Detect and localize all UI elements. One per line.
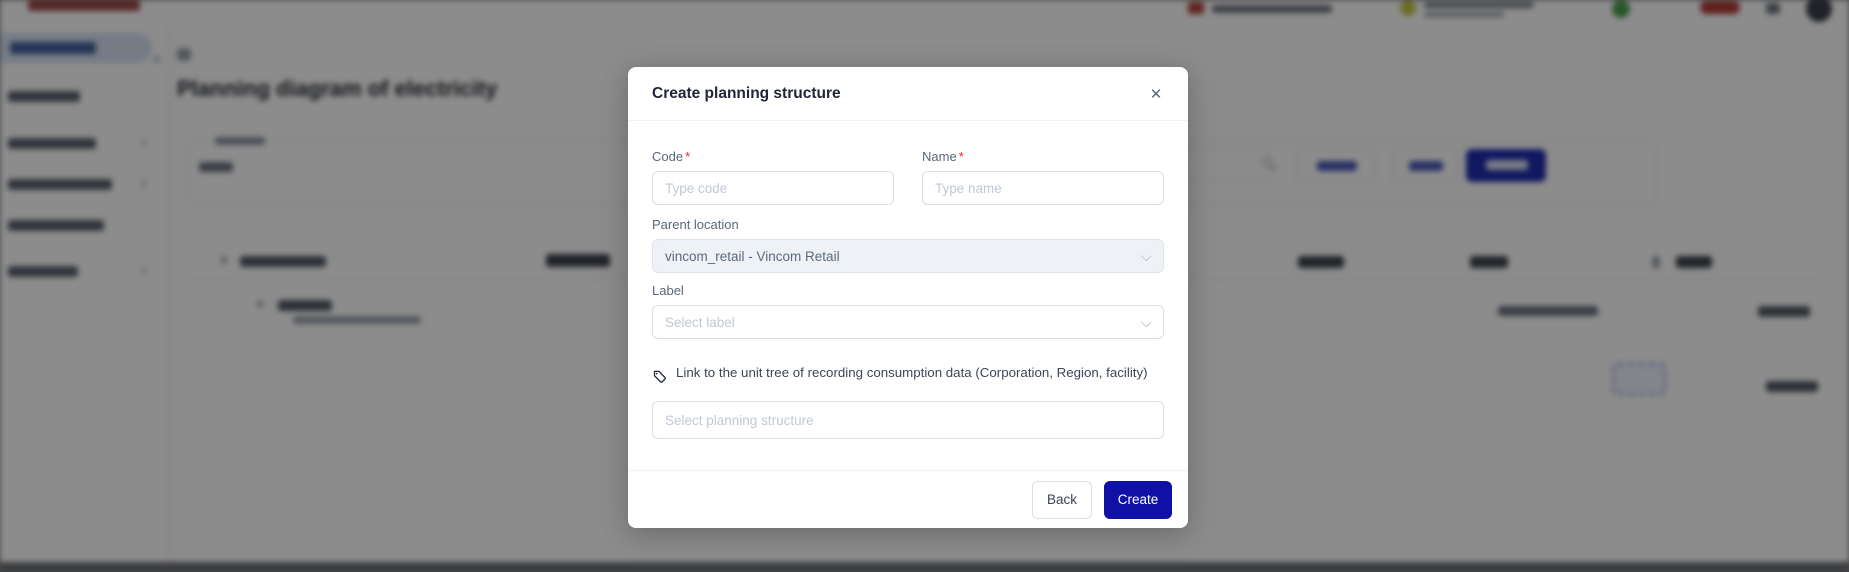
modal-body: Code* Name* Parent location vincom_retai… <box>628 121 1188 439</box>
chevron-down-icon <box>1141 317 1152 328</box>
required-asterisk: * <box>959 149 964 164</box>
chevron-down-icon <box>1141 251 1152 262</box>
modal-title: Create planning structure <box>652 85 841 103</box>
label-select[interactable]: Select label <box>652 305 1164 339</box>
label-select-placeholder: Select label <box>665 315 735 330</box>
link-info-text: Link to the unit tree of recording consu… <box>676 364 1148 384</box>
parent-location-value: vincom_retail - Vincom Retail <box>665 249 840 264</box>
name-field-group: Name* <box>922 149 1164 205</box>
label-label: Label <box>652 283 1164 298</box>
back-button[interactable]: Back <box>1032 481 1092 519</box>
parent-location-field-group: Parent location vincom_retail - Vincom R… <box>652 217 1164 273</box>
parent-location-select: vincom_retail - Vincom Retail <box>652 239 1164 273</box>
create-button[interactable]: Create <box>1104 481 1172 519</box>
link-info-note: Link to the unit tree of recording consu… <box>652 364 1164 384</box>
modal-header: Create planning structure ✕ <box>628 67 1188 121</box>
parent-location-label: Parent location <box>652 217 1164 232</box>
tag-icon <box>652 369 667 384</box>
code-label: Code* <box>652 149 894 164</box>
planning-structure-field-group <box>652 401 1164 439</box>
create-planning-structure-modal: Create planning structure ✕ Code* Name* … <box>628 67 1188 528</box>
planning-structure-input[interactable] <box>652 401 1164 439</box>
code-input[interactable] <box>652 171 894 205</box>
modal-footer: Back Create <box>628 470 1188 528</box>
label-field-group: Label Select label <box>652 283 1164 339</box>
name-input[interactable] <box>922 171 1164 205</box>
code-field-group: Code* <box>652 149 894 205</box>
required-asterisk: * <box>685 149 690 164</box>
close-icon[interactable]: ✕ <box>1142 81 1170 109</box>
name-label: Name* <box>922 149 1164 164</box>
